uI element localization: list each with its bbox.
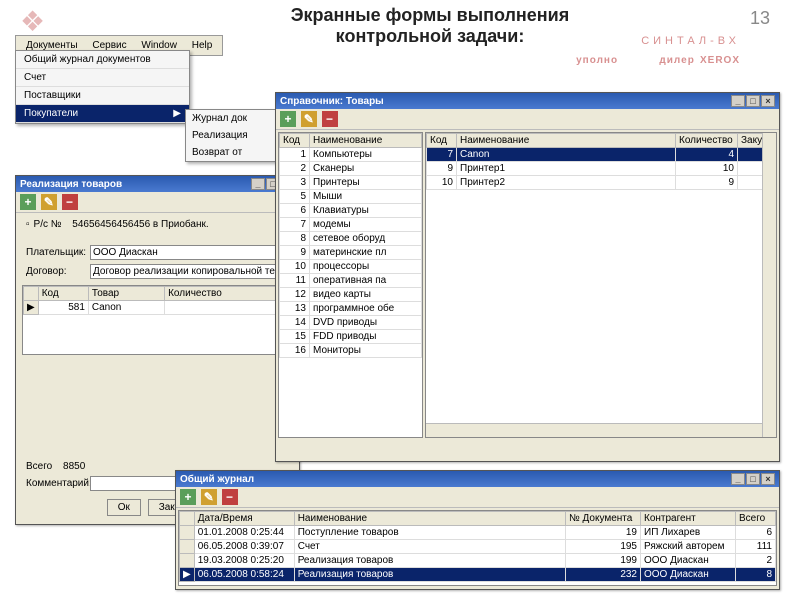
table-row[interactable]: 3Принтеры bbox=[280, 176, 422, 190]
max-icon[interactable]: □ bbox=[746, 95, 760, 107]
table-row[interactable]: 11оперативная па bbox=[280, 274, 422, 288]
documents-dropdown: Общий журнал документов Счет Поставщики … bbox=[15, 50, 190, 124]
table-row[interactable]: 10процессоры bbox=[280, 260, 422, 274]
table-row[interactable]: 06.05.2008 0:39:07Счет195Ряжский авторем… bbox=[180, 540, 776, 554]
menu-item-suppliers[interactable]: Поставщики bbox=[16, 87, 189, 105]
table-row[interactable]: 7Canon4 bbox=[427, 148, 776, 162]
add-button[interactable]: + bbox=[180, 489, 196, 505]
window-journal: Общий журнал _□× + ✎ − Дата/ВремяНаимено… bbox=[175, 470, 780, 590]
delete-button[interactable]: − bbox=[322, 111, 338, 127]
items-grid[interactable]: КодНаименованиеКоличествоЗакуп7Canon49Пр… bbox=[425, 132, 777, 438]
table-row[interactable]: 7модемы bbox=[280, 218, 422, 232]
doc-icon: ▫ bbox=[26, 219, 30, 230]
account-row: ▫ Р/с № 54656456456456 в Приобанк. bbox=[20, 217, 295, 232]
table-row[interactable]: 16Мониторы bbox=[280, 344, 422, 358]
table-row[interactable]: 5Мыши bbox=[280, 190, 422, 204]
table-row[interactable]: 2Сканеры bbox=[280, 162, 422, 176]
contract-input[interactable] bbox=[90, 264, 289, 279]
edit-button[interactable]: ✎ bbox=[201, 489, 217, 505]
submenu-arrow-icon: ▶ bbox=[173, 108, 181, 119]
table-row[interactable]: 9материнские пл bbox=[280, 246, 422, 260]
add-button[interactable]: + bbox=[280, 111, 296, 127]
scrollbar-v[interactable] bbox=[762, 133, 776, 437]
table-row[interactable]: 19.03.2008 0:25:20Реализация товаров199О… bbox=[180, 554, 776, 568]
bg-dealer: уполно дилер XEROX bbox=[576, 50, 740, 67]
contract-label: Договор: bbox=[26, 266, 86, 277]
delete-button[interactable]: − bbox=[62, 194, 78, 210]
submenu-journal[interactable]: Журнал док bbox=[186, 110, 279, 127]
min-icon[interactable]: _ bbox=[731, 95, 745, 107]
toolbar-reference: + ✎ − bbox=[276, 109, 779, 130]
table-row[interactable]: 1Компьютеры bbox=[280, 148, 422, 162]
total-label: Всего bbox=[26, 461, 52, 472]
ok-button[interactable]: Ок bbox=[107, 499, 141, 516]
bg-logo-icon: ❖ bbox=[20, 5, 45, 38]
menu-item-invoice[interactable]: Счет bbox=[16, 69, 189, 87]
payer-input[interactable] bbox=[90, 245, 289, 260]
delete-button[interactable]: − bbox=[222, 489, 238, 505]
table-row[interactable]: 6Клавиатуры bbox=[280, 204, 422, 218]
categories-grid[interactable]: КодНаименование1Компьютеры2Сканеры3Принт… bbox=[278, 132, 423, 438]
table-row[interactable]: 13программное обе bbox=[280, 302, 422, 316]
table-row[interactable]: 10Принтер29 bbox=[427, 176, 776, 190]
min-icon[interactable]: _ bbox=[731, 473, 745, 485]
close-icon[interactable]: × bbox=[761, 473, 775, 485]
max-icon[interactable]: □ bbox=[746, 473, 760, 485]
menu-help[interactable]: Help bbox=[186, 38, 219, 53]
bg-brand: СИНТАЛ-ВХ bbox=[641, 35, 740, 47]
edit-button[interactable]: ✎ bbox=[41, 194, 57, 210]
table-row[interactable]: 01.01.2008 0:25:44Поступление товаров19И… bbox=[180, 526, 776, 540]
table-row[interactable]: 15FDD приводы bbox=[280, 330, 422, 344]
menu-item-journal[interactable]: Общий журнал документов bbox=[16, 51, 189, 69]
table-row[interactable]: 12видео карты bbox=[280, 288, 422, 302]
add-button[interactable]: + bbox=[20, 194, 36, 210]
titlebar-reference[interactable]: Справочник: Товары _□× bbox=[276, 93, 779, 109]
titlebar-journal[interactable]: Общий журнал _□× bbox=[176, 471, 779, 487]
titlebar-sale[interactable]: Реализация товаров _□× bbox=[16, 176, 299, 192]
window-reference: Справочник: Товары _□× + ✎ − КодНаименов… bbox=[275, 92, 780, 462]
buyers-submenu: Журнал док Реализация Возврат от bbox=[185, 109, 280, 162]
close-icon[interactable]: × bbox=[761, 95, 775, 107]
comment-label: Комментарий: bbox=[26, 478, 86, 489]
table-row[interactable]: ▶06.05.2008 0:58:24Реализация товаров232… bbox=[180, 568, 776, 582]
toolbar-journal: + ✎ − bbox=[176, 487, 779, 508]
edit-button[interactable]: ✎ bbox=[301, 111, 317, 127]
table-row[interactable]: 14DVD приводы bbox=[280, 316, 422, 330]
journal-grid[interactable]: Дата/ВремяНаименование№ ДокументаКонтраг… bbox=[178, 510, 777, 586]
sale-grid[interactable]: КодТоварКоличество ▶581Canon2 bbox=[22, 285, 293, 355]
table-row[interactable]: 8сетевое оборуд bbox=[280, 232, 422, 246]
total-value: 8850 bbox=[63, 461, 85, 472]
page-number: 13 bbox=[750, 8, 770, 29]
payer-label: Плательщик: bbox=[26, 247, 86, 258]
page-title: Экранные формы выполнения контрольной за… bbox=[270, 5, 590, 47]
menu-item-buyers[interactable]: Покупатели▶ bbox=[16, 105, 189, 123]
min-icon[interactable]: _ bbox=[251, 178, 265, 190]
submenu-return[interactable]: Возврат от bbox=[186, 144, 279, 161]
toolbar-sale: + ✎ − bbox=[16, 192, 299, 213]
scrollbar-h[interactable] bbox=[426, 423, 762, 437]
table-row[interactable]: 9Принтер110 bbox=[427, 162, 776, 176]
submenu-sale[interactable]: Реализация bbox=[186, 127, 279, 144]
table-row: ▶581Canon2 bbox=[24, 301, 292, 315]
